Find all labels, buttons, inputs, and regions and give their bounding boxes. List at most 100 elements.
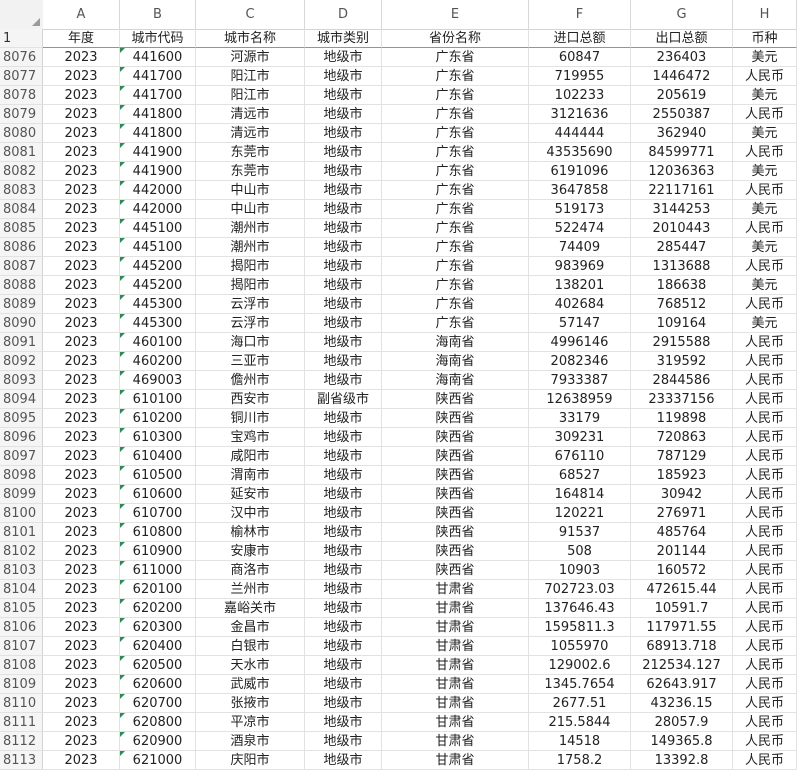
table-cell[interactable]: 甘肃省	[382, 694, 529, 713]
table-cell[interactable]: 潮州市	[196, 238, 305, 257]
row-number[interactable]: 8085	[0, 219, 43, 238]
table-cell[interactable]: 清远市	[196, 124, 305, 143]
row-number[interactable]: 8097	[0, 447, 43, 466]
table-cell[interactable]: 620900	[120, 732, 196, 751]
table-cell[interactable]: 甘肃省	[382, 637, 529, 656]
table-cell[interactable]: 人民币	[733, 409, 797, 428]
row-number[interactable]: 8076	[0, 48, 43, 67]
table-cell[interactable]: 地级市	[305, 675, 382, 694]
table-cell[interactable]: 445300	[120, 295, 196, 314]
table-cell[interactable]: 620700	[120, 694, 196, 713]
table-cell[interactable]: 4996146	[529, 333, 631, 352]
table-cell[interactable]: 地级市	[305, 219, 382, 238]
table-cell[interactable]: 东莞市	[196, 143, 305, 162]
table-cell[interactable]: 地级市	[305, 732, 382, 751]
table-cell[interactable]: 陕西省	[382, 485, 529, 504]
table-cell[interactable]: 陕西省	[382, 390, 529, 409]
table-cell[interactable]: 2023	[43, 618, 120, 637]
row-number[interactable]: 8081	[0, 143, 43, 162]
row-number[interactable]: 8104	[0, 580, 43, 599]
table-cell[interactable]: 1055970	[529, 637, 631, 656]
row-number[interactable]: 8111	[0, 713, 43, 732]
table-cell[interactable]: 319592	[631, 352, 733, 371]
table-cell[interactable]: 74409	[529, 238, 631, 257]
table-cell[interactable]: 广东省	[382, 181, 529, 200]
table-cell[interactable]: 商洛市	[196, 561, 305, 580]
row-number[interactable]: 8077	[0, 67, 43, 86]
table-cell[interactable]: 海南省	[382, 333, 529, 352]
table-cell[interactable]: 2023	[43, 447, 120, 466]
table-cell[interactable]: 91537	[529, 523, 631, 542]
table-cell[interactable]: 469003	[120, 371, 196, 390]
table-cell[interactable]: 人民币	[733, 694, 797, 713]
table-cell[interactable]: 212534.127	[631, 656, 733, 675]
table-cell[interactable]: 445200	[120, 276, 196, 295]
table-cell[interactable]: 中山市	[196, 200, 305, 219]
select-all-corner[interactable]	[0, 0, 44, 29]
column-header-g[interactable]: G	[631, 0, 733, 29]
table-cell[interactable]: 2023	[43, 485, 120, 504]
table-cell[interactable]: 安康市	[196, 542, 305, 561]
table-cell[interactable]: 美元	[733, 162, 797, 181]
table-cell[interactable]: 地级市	[305, 694, 382, 713]
row-number[interactable]: 8108	[0, 656, 43, 675]
row-number[interactable]: 8091	[0, 333, 43, 352]
table-cell[interactable]: 2023	[43, 656, 120, 675]
table-cell[interactable]: 地级市	[305, 580, 382, 599]
table-cell[interactable]: 广东省	[382, 124, 529, 143]
table-cell[interactable]: 442000	[120, 181, 196, 200]
table-cell[interactable]: 广东省	[382, 257, 529, 276]
table-cell[interactable]: 285447	[631, 238, 733, 257]
table-cell[interactable]: 人民币	[733, 618, 797, 637]
table-cell[interactable]: 460100	[120, 333, 196, 352]
table-cell[interactable]: 3121636	[529, 105, 631, 124]
row-number[interactable]: 1	[0, 29, 43, 48]
table-cell[interactable]: 甘肃省	[382, 751, 529, 770]
row-number[interactable]: 8102	[0, 542, 43, 561]
row-number[interactable]: 8092	[0, 352, 43, 371]
table-cell[interactable]: 12638959	[529, 390, 631, 409]
table-cell[interactable]: 人民币	[733, 751, 797, 770]
table-cell[interactable]: 地级市	[305, 238, 382, 257]
table-cell[interactable]: 610600	[120, 485, 196, 504]
table-cell[interactable]: 人民币	[733, 466, 797, 485]
table-cell[interactable]: 30942	[631, 485, 733, 504]
table-cell[interactable]: 702723.03	[529, 580, 631, 599]
table-cell[interactable]: 地级市	[305, 105, 382, 124]
table-cell[interactable]: 12036363	[631, 162, 733, 181]
table-cell[interactable]: 1758.2	[529, 751, 631, 770]
table-cell[interactable]: 1313688	[631, 257, 733, 276]
row-number[interactable]: 8087	[0, 257, 43, 276]
table-cell[interactable]: 10903	[529, 561, 631, 580]
table-cell[interactable]: 人民币	[733, 504, 797, 523]
header-cell[interactable]: 城市名称	[196, 29, 305, 48]
table-cell[interactable]: 186638	[631, 276, 733, 295]
table-cell[interactable]: 广东省	[382, 86, 529, 105]
table-cell[interactable]: 68527	[529, 466, 631, 485]
table-cell[interactable]: 2023	[43, 295, 120, 314]
table-cell[interactable]: 129002.6	[529, 656, 631, 675]
table-cell[interactable]: 平凉市	[196, 713, 305, 732]
table-cell[interactable]: 2010443	[631, 219, 733, 238]
table-cell[interactable]: 276971	[631, 504, 733, 523]
table-cell[interactable]: 620300	[120, 618, 196, 637]
table-cell[interactable]: 787129	[631, 447, 733, 466]
row-number[interactable]: 8090	[0, 314, 43, 333]
table-cell[interactable]: 2023	[43, 86, 120, 105]
row-number[interactable]: 8083	[0, 181, 43, 200]
table-cell[interactable]: 28057.9	[631, 713, 733, 732]
table-cell[interactable]: 咸阳市	[196, 447, 305, 466]
table-cell[interactable]: 2082346	[529, 352, 631, 371]
table-cell[interactable]: 621000	[120, 751, 196, 770]
table-cell[interactable]: 2023	[43, 599, 120, 618]
header-cell[interactable]: 省份名称	[382, 29, 529, 48]
table-cell[interactable]: 广东省	[382, 143, 529, 162]
table-cell[interactable]: 揭阳市	[196, 276, 305, 295]
table-cell[interactable]: 2023	[43, 105, 120, 124]
table-cell[interactable]: 人民币	[733, 561, 797, 580]
table-cell[interactable]: 2023	[43, 143, 120, 162]
table-cell[interactable]: 43236.15	[631, 694, 733, 713]
table-cell[interactable]: 1595811.3	[529, 618, 631, 637]
table-cell[interactable]: 2023	[43, 466, 120, 485]
table-cell[interactable]: 1446472	[631, 67, 733, 86]
